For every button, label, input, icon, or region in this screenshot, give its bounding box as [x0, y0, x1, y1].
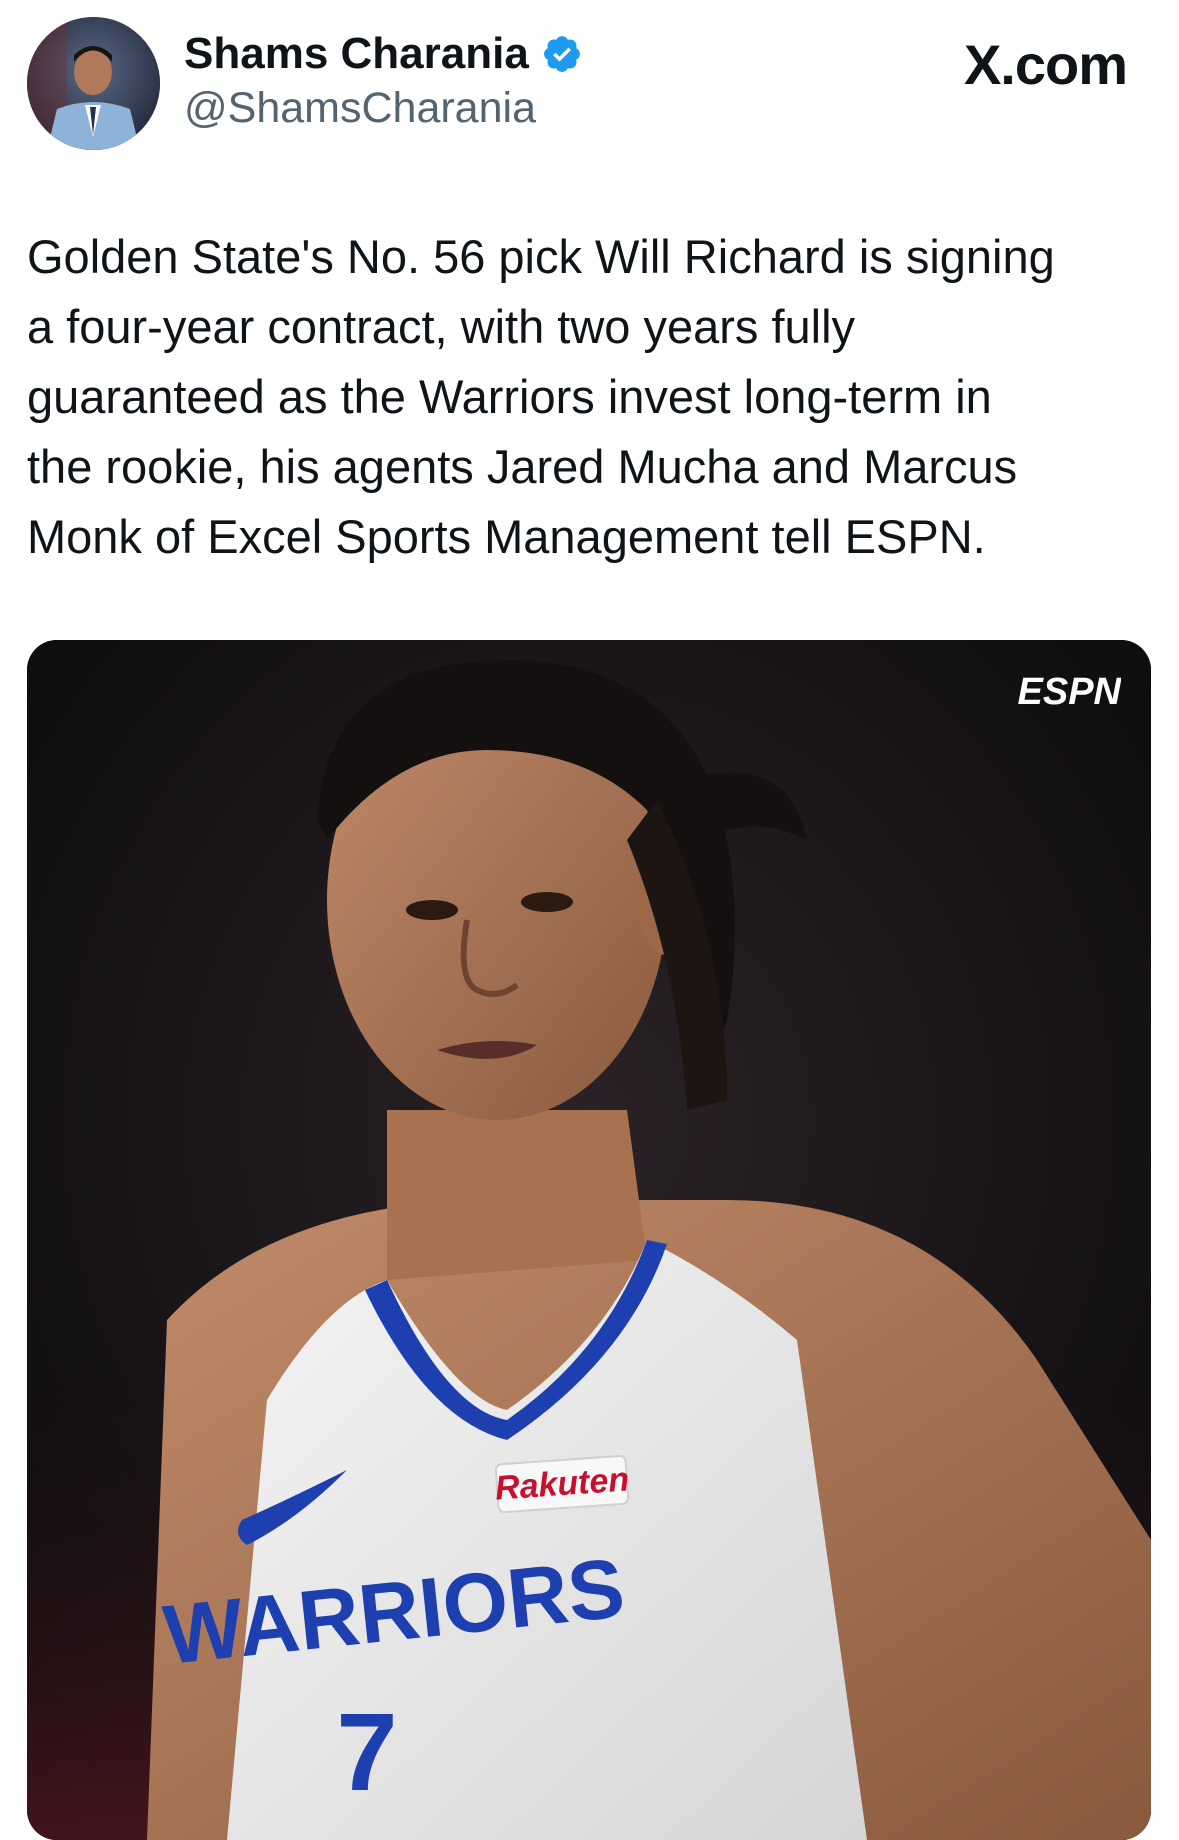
- tweet-media[interactable]: Rakuten WARRIORS 7 ESPN: [27, 640, 1151, 1840]
- player-photo: Rakuten WARRIORS 7: [27, 640, 1151, 1840]
- jersey-number: 7: [336, 1691, 397, 1814]
- author-handle[interactable]: @ShamsCharania: [184, 82, 583, 134]
- author-name-block: Shams Charania @ShamsCharania: [184, 28, 583, 134]
- verified-badge-icon: [544, 36, 581, 72]
- espn-watermark: ESPN: [1018, 671, 1121, 710]
- author-avatar[interactable]: [27, 17, 160, 150]
- profile-photo-icon: [27, 17, 160, 150]
- tweet-header: Shams Charania @ShamsCharania X.com: [0, 0, 1179, 170]
- author-display-name[interactable]: Shams Charania: [184, 28, 529, 80]
- tweet-text: Golden State's No. 56 pick Will Richard …: [27, 230, 1055, 563]
- espn-logo-icon: ESPN: [1018, 671, 1121, 710]
- site-label: X.com: [963, 33, 1128, 96]
